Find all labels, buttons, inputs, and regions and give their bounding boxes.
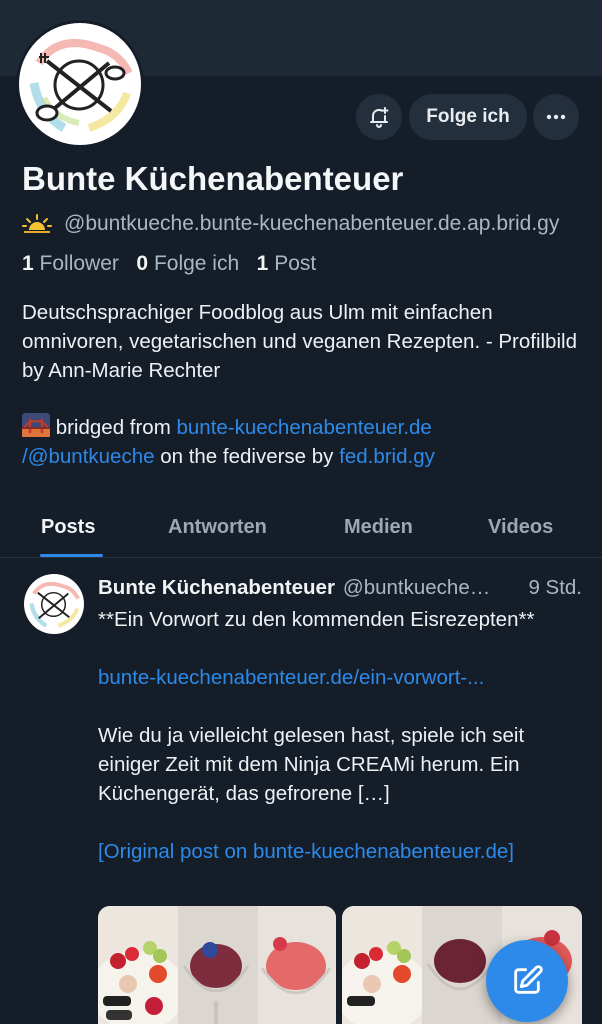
profile-display-name: Bunte Küchenabenteuer <box>22 160 404 197</box>
active-tab-indicator <box>40 554 103 557</box>
following-stat[interactable]: 0 Folge ich <box>136 252 239 275</box>
sunrise-icon <box>22 214 52 233</box>
profile-handle[interactable]: @buntkueche.bunte-kuechenabenteuer.de.ap… <box>64 212 559 236</box>
compose-button[interactable] <box>486 940 568 1022</box>
tab-antworten[interactable]: Antworten <box>168 496 267 558</box>
tab-videos[interactable]: Videos <box>488 496 553 558</box>
post-handle[interactable]: @buntkueche.bunte-kuechenabenteuer.de.ap… <box>343 576 493 600</box>
post-header: Bunte Küchenabenteuer @buntkueche.bunte-… <box>98 574 582 602</box>
following-label: Folge ich <box>153 252 240 275</box>
post-text: Wie du ja vielleicht gelesen hast, spiel… <box>98 724 525 805</box>
compose-icon <box>514 965 543 994</box>
post-link[interactable]: bunte-kuechenabenteuer.de/ein-vorwort-..… <box>98 666 484 689</box>
post-time[interactable]: 9 Std. <box>528 576 582 600</box>
bridged-prefix: bridged from <box>55 416 177 439</box>
posts-label: Post <box>274 252 317 275</box>
following-count: 0 <box>136 252 149 275</box>
bridged-bridge-link[interactable]: fed.brid.gy <box>339 445 435 468</box>
profile-tabs: Posts Antworten Medien Videos <box>0 496 602 558</box>
post-avatar[interactable] <box>24 574 84 634</box>
posts-stat: 1 Post <box>257 252 317 275</box>
more-button[interactable] <box>533 94 579 140</box>
profile-avatar[interactable] <box>16 20 144 148</box>
post-title: **Ein Vorwort zu den kommenden Eisrezept… <box>98 608 535 631</box>
bridge-icon <box>22 413 50 437</box>
post-body[interactable]: **Ein Vorwort zu den kommenden Eisrezept… <box>98 605 582 895</box>
post-image[interactable] <box>98 906 336 1024</box>
more-icon <box>546 114 566 120</box>
handle-row: @buntkueche.bunte-kuechenabenteuer.de.ap… <box>22 208 602 240</box>
profile-bio: Deutschsprachiger Foodblog aus Ulm mit e… <box>22 301 577 382</box>
tab-medien[interactable]: Medien <box>344 496 413 558</box>
post-original-link[interactable]: [Original post on bunte-kuechenabenteuer… <box>98 840 514 863</box>
post-author[interactable]: Bunte Küchenabenteuer <box>98 576 335 600</box>
bridged-source-link-path[interactable]: /@buntkueche <box>22 445 155 468</box>
profile-stats: 1 Follower 0 Folge ich 1 Post <box>22 252 316 276</box>
tab-posts[interactable]: Posts <box>41 496 95 558</box>
bridged-source-link[interactable]: bunte-kuechenabenteuer.de <box>176 416 431 439</box>
bridged-info: bridged from bunte-kuechenabenteuer.de /@… <box>22 413 582 471</box>
posts-count: 1 <box>256 252 269 275</box>
follow-button[interactable]: Folge ich <box>409 94 527 140</box>
followers-stat[interactable]: 1 Follower <box>22 252 119 275</box>
followers-count: 1 <box>22 252 34 275</box>
notify-button[interactable] <box>356 94 402 140</box>
followers-label: Follower <box>39 252 119 275</box>
bell-plus-icon <box>370 107 389 128</box>
bridged-middle: on the fediverse by <box>154 445 340 468</box>
follow-button-label: Folge ich <box>426 106 510 127</box>
